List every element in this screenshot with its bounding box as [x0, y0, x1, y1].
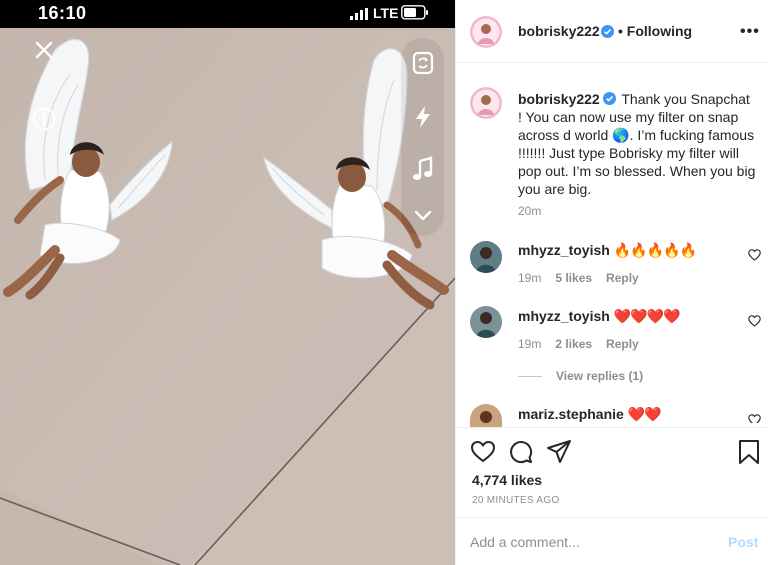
angel-filter-left [3, 38, 173, 300]
verified-badge-icon [601, 25, 614, 38]
add-comment-bar: Post [456, 517, 768, 565]
more-options-icon[interactable]: ••• [740, 23, 760, 41]
avatar[interactable] [470, 16, 502, 48]
comment-line: mhyzz_toyish ❤️❤️❤️❤️ [518, 308, 681, 325]
comment-input[interactable] [470, 532, 710, 552]
comment-heart-icon[interactable] [748, 315, 761, 327]
network-type: LTE [373, 5, 399, 21]
comment-line: mariz.stephanie ❤️❤️ [518, 406, 662, 423]
bookmark-icon[interactable] [736, 439, 762, 465]
comment-username[interactable]: mariz.stephanie [518, 406, 624, 422]
instagram-post-panel: bobrisky222 • Following ••• bobrisky222 … [455, 0, 768, 565]
comment-likes[interactable]: 2 likes [555, 337, 592, 351]
comment-username[interactable]: mhyzz_toyish [518, 242, 610, 258]
caption-avatar[interactable] [470, 87, 502, 119]
view-replies-label: View replies (1) [556, 369, 644, 383]
info-icon[interactable] [31, 106, 57, 132]
verified-badge-icon [602, 92, 616, 105]
camera-flip-icon[interactable] [411, 50, 435, 76]
likes-count[interactable]: 4,774 likes [472, 472, 542, 488]
globe-emoji: 🌎 [612, 127, 630, 143]
snapchat-camera-screenshot: 16:10 LTE [0, 0, 455, 565]
status-time: 16:10 [38, 3, 87, 23]
status-bar: 16:10 LTE [0, 0, 455, 28]
following-button[interactable]: • Following [618, 23, 692, 39]
comment-icon[interactable] [508, 439, 534, 465]
replies-divider [518, 376, 542, 378]
post-caption: bobrisky222 Thank you Snapchat ! You can… [518, 90, 756, 198]
music-note-icon[interactable] [411, 156, 435, 182]
comment-text: 🔥🔥🔥🔥🔥 [613, 242, 697, 258]
caption-timestamp: 20m [518, 204, 542, 218]
reply-button[interactable]: Reply [606, 337, 639, 351]
view-replies-button[interactable]: View replies (1) [518, 369, 643, 383]
comment-meta: 19m 2 likes Reply [518, 337, 639, 351]
heart-icon[interactable] [470, 439, 496, 465]
post-header: bobrisky222 • Following ••• [456, 0, 768, 63]
comment-heart-icon[interactable] [748, 414, 761, 423]
comment-time: 19m [518, 337, 542, 351]
comment-line: mhyzz_toyish 🔥🔥🔥🔥🔥 [518, 242, 697, 259]
comment-username[interactable]: mhyzz_toyish [518, 308, 610, 324]
comment-time: 19m [518, 271, 542, 285]
comment-heart-icon[interactable] [748, 249, 761, 261]
comment-meta: 19m 5 likes Reply [518, 271, 639, 285]
comment-likes[interactable]: 5 likes [555, 271, 592, 285]
post-comment-button[interactable]: Post [728, 534, 758, 550]
close-x-icon[interactable] [34, 40, 54, 60]
battery-icon [401, 5, 428, 20]
reply-button[interactable]: Reply [606, 271, 639, 285]
comment-avatar[interactable] [470, 241, 502, 273]
comment-text: ❤️❤️ [627, 406, 662, 422]
caption-username[interactable]: bobrisky222 [518, 91, 600, 107]
post-timestamp: 20 MINUTES AGO [472, 495, 560, 506]
comment-text: ❤️❤️❤️❤️ [613, 308, 681, 324]
signal-icon [350, 8, 368, 20]
comment-avatar[interactable] [470, 306, 502, 338]
chevron-down-icon[interactable] [411, 206, 435, 226]
post-author-username[interactable]: bobrisky222 [518, 23, 600, 39]
post-actions: 4,774 likes 20 MINUTES AGO [456, 427, 768, 517]
share-icon[interactable] [546, 439, 572, 465]
comment-avatar[interactable] [470, 404, 502, 427]
flash-icon[interactable] [411, 104, 435, 130]
